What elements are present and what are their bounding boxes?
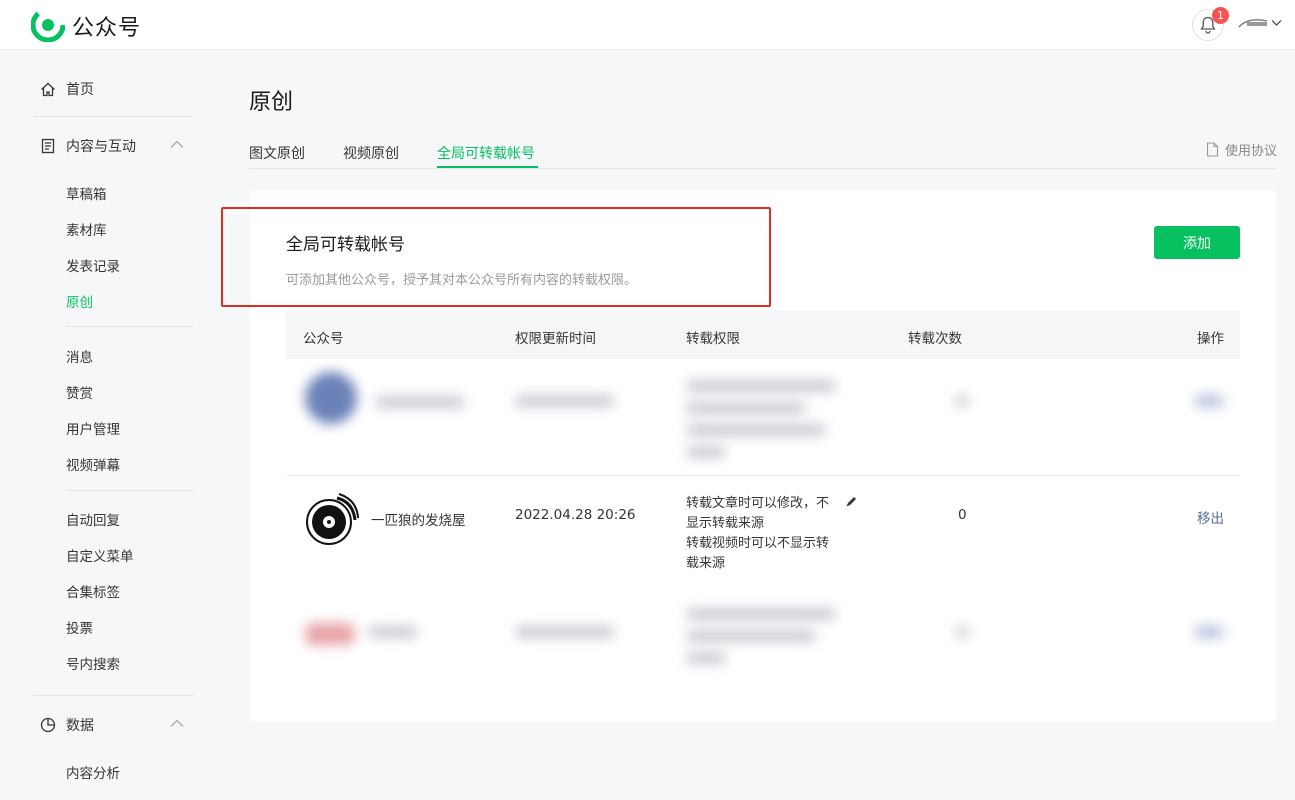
sidebar-item-vote[interactable]: 投票 (66, 617, 93, 637)
sidebar-item-custom-menu[interactable]: 自定义菜单 (66, 545, 134, 565)
divider (33, 695, 193, 696)
blurred-text (686, 424, 826, 436)
blurred-text (686, 608, 836, 620)
blurred-text (686, 446, 726, 458)
notification-badge: 1 (1212, 7, 1229, 24)
add-button[interactable]: 添加 (1154, 226, 1240, 259)
remove-link[interactable]: 移出 (1197, 507, 1224, 527)
blurred-avatar (305, 372, 357, 424)
blurred-avatar (305, 623, 355, 645)
account-name: 一匹狼的发烧屋 (371, 513, 466, 529)
blurred-text (515, 395, 615, 407)
chevron-up-icon[interactable] (170, 140, 184, 149)
blurred-text (955, 395, 969, 407)
blurred-text (955, 626, 969, 638)
blurred-text (368, 626, 418, 638)
home-icon (41, 82, 55, 96)
pie-chart-icon (40, 717, 56, 733)
permission-text: 转载文章时可以修改，不显示转载来源 转载视频时可以不显示转载来源 (686, 494, 834, 574)
usage-agreement-link[interactable]: 使用协议 (1206, 140, 1277, 159)
sidebar-group-data[interactable]: 数据 (40, 713, 94, 737)
agreement-label: 使用协议 (1225, 144, 1278, 159)
file-icon (1206, 142, 1219, 157)
repost-count: 0 (958, 507, 967, 523)
page-title: 原创 (249, 90, 294, 115)
column-header-account: 公众号 (303, 331, 344, 347)
blurred-text (686, 652, 726, 664)
tabs-divider (249, 168, 1276, 169)
chevron-up-icon[interactable] (170, 719, 184, 728)
sidebar-item-search[interactable]: 号内搜索 (66, 653, 120, 673)
blurred-text (1194, 395, 1224, 407)
sidebar-group-content[interactable]: 内容与互动 (40, 134, 136, 158)
annotation-highlight-box (221, 207, 771, 307)
blurred-text (515, 626, 615, 638)
blurred-text (686, 380, 836, 392)
sidebar-item-auto-reply[interactable]: 自动回复 (66, 509, 120, 529)
column-header-updated-time: 权限更新时间 (515, 331, 596, 347)
table-header (286, 311, 1240, 359)
sidebar-item-users[interactable]: 用户管理 (66, 418, 120, 438)
sidebar-item-home[interactable]: 首页 (40, 77, 94, 101)
permission-video: 转载视频时可以不显示转载来源 (686, 536, 830, 571)
sidebar-item-original[interactable]: 原创 (66, 291, 93, 311)
sidebar-item-collection-tags[interactable]: 合集标签 (66, 581, 120, 601)
sidebar-item-materials[interactable]: 素材库 (66, 219, 107, 239)
sidebar-item-messages[interactable]: 消息 (66, 346, 93, 366)
divider (66, 326, 193, 327)
tab-article-original[interactable]: 图文原创 (249, 143, 305, 163)
sidebar-item-label: 首页 (66, 82, 94, 98)
sidebar-item-video-danmaku[interactable]: 视频弹幕 (66, 454, 120, 474)
sidebar-item-content-analysis[interactable]: 内容分析 (66, 762, 120, 782)
column-header-actions: 操作 (1197, 331, 1224, 347)
column-header-repost-count: 转载次数 (908, 331, 962, 347)
blurred-text (375, 396, 465, 408)
chevron-down-icon[interactable] (1271, 19, 1282, 27)
divider (66, 490, 193, 491)
row-divider (286, 475, 1240, 476)
blurred-text (1194, 626, 1224, 638)
permission-article: 转载文章时可以修改，不显示转载来源 (686, 496, 830, 531)
account-avatar-record-icon (306, 493, 359, 545)
edit-pencil-icon[interactable] (845, 496, 857, 508)
wechat-mp-logo-icon[interactable] (31, 8, 65, 42)
sidebar-item-drafts[interactable]: 草稿箱 (66, 183, 107, 203)
sidebar-item-publish-records[interactable]: 发表记录 (66, 255, 120, 275)
top-header: 公众号 1 (0, 0, 1295, 50)
tab-video-original[interactable]: 视频原创 (343, 143, 399, 163)
app-title[interactable]: 公众号 (72, 10, 141, 42)
sidebar-group-label: 内容与互动 (66, 139, 136, 155)
divider (33, 116, 193, 117)
sidebar-group-label: 数据 (66, 718, 94, 734)
account-avatar[interactable] (1238, 17, 1268, 29)
active-tab-indicator (437, 166, 538, 168)
document-icon (41, 138, 55, 154)
blurred-text (686, 402, 806, 414)
updated-time: 2022.04.28 20:26 (515, 507, 636, 523)
column-header-permission: 转载权限 (686, 331, 740, 347)
tab-global-repost-accounts[interactable]: 全局可转载帐号 (437, 143, 535, 163)
sidebar-item-reward[interactable]: 赞赏 (66, 382, 93, 402)
blurred-text (686, 630, 816, 642)
